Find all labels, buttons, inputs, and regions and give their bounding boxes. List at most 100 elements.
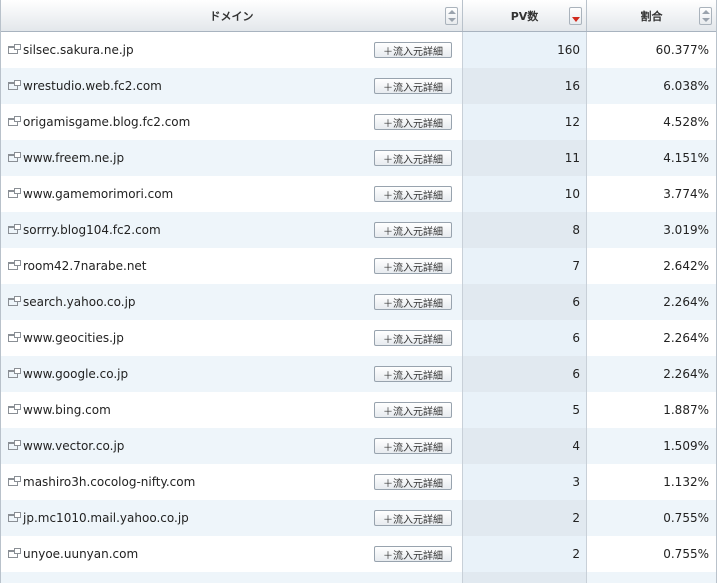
ratio-cell: [587, 572, 716, 583]
referrer-detail-button[interactable]: ＋流入元詳細: [374, 78, 452, 94]
table-row: room42.7narabe.net ＋流入元詳細 7 2.642%: [1, 248, 716, 284]
pv-count: 16: [564, 79, 580, 93]
domain-cell: jp.mc1010.mail.yahoo.co.jp ＋流入元詳細: [1, 500, 463, 536]
domain-name: mashiro3h.cocolog-nifty.com: [23, 475, 196, 489]
pv-cell: 8: [463, 212, 587, 248]
referrer-detail-button[interactable]: ＋流入元詳細: [374, 366, 452, 382]
table-body: silsec.sakura.ne.jp ＋流入元詳細 160 60.377% wrest…: [1, 32, 716, 583]
pv-count: 8: [572, 223, 580, 237]
column-header-ratio[interactable]: 割合: [587, 0, 716, 31]
table-row: origamisgame.blog.fc2.com ＋流入元詳細 12 4.528%: [1, 104, 716, 140]
ratio-value: 2.642%: [663, 259, 709, 273]
ratio-value: 1.887%: [663, 403, 709, 417]
ratio-value: 1.132%: [663, 475, 709, 489]
external-link-icon[interactable]: [8, 404, 21, 414]
referrer-detail-button[interactable]: ＋流入元詳細: [374, 474, 452, 490]
domain-cell: sorrry.blog104.fc2.com ＋流入元詳細: [1, 212, 463, 248]
domain-name: www.vector.co.jp: [23, 439, 125, 453]
external-link-icon[interactable]: [8, 116, 21, 126]
ratio-value: 0.755%: [663, 511, 709, 525]
external-link-icon[interactable]: [8, 260, 21, 270]
pv-count: 5: [572, 403, 580, 417]
pv-cell: 7: [463, 248, 587, 284]
referrer-detail-button[interactable]: ＋流入元詳細: [374, 402, 452, 418]
table-row: www.freem.ne.jp ＋流入元詳細 11 4.151%: [1, 140, 716, 176]
sort-descending-icon[interactable]: [569, 7, 582, 25]
referrer-detail-button[interactable]: ＋流入元詳細: [374, 186, 452, 202]
referrer-detail-button[interactable]: ＋流入元詳細: [374, 330, 452, 346]
pv-cell: 16: [463, 68, 587, 104]
external-link-icon[interactable]: [8, 188, 21, 198]
referrer-detail-button[interactable]: ＋流入元詳細: [374, 114, 452, 130]
ratio-cell: 4.151%: [587, 140, 716, 176]
external-link-icon[interactable]: [8, 80, 21, 90]
pv-cell: 11: [463, 140, 587, 176]
ratio-cell: 2.642%: [587, 248, 716, 284]
table-row: www.gamemorimori.com ＋流入元詳細 10 3.774%: [1, 176, 716, 212]
referrer-detail-button[interactable]: ＋流入元詳細: [374, 546, 452, 562]
domain-cell: silsec.sakura.ne.jp ＋流入元詳細: [1, 32, 463, 68]
table-row: [1, 572, 716, 583]
pv-count: 6: [572, 367, 580, 381]
external-link-icon[interactable]: [8, 476, 21, 486]
column-header-pv[interactable]: PV数: [463, 0, 587, 31]
external-link-icon[interactable]: [8, 368, 21, 378]
domain-name: search.yahoo.co.jp: [23, 295, 136, 309]
ratio-value: 2.264%: [663, 367, 709, 381]
pv-count: 160: [557, 43, 580, 57]
pv-cell: 160: [463, 32, 587, 68]
referrer-detail-button[interactable]: ＋流入元詳細: [374, 150, 452, 166]
ratio-value: 4.151%: [663, 151, 709, 165]
table-row: jp.mc1010.mail.yahoo.co.jp ＋流入元詳細 2 0.755%: [1, 500, 716, 536]
ratio-cell: 3.774%: [587, 176, 716, 212]
external-link-icon[interactable]: [8, 440, 21, 450]
domain-name: www.freem.ne.jp: [23, 151, 125, 165]
referrer-detail-button[interactable]: ＋流入元詳細: [374, 222, 452, 238]
external-link-icon[interactable]: [8, 152, 21, 162]
pv-count: 6: [572, 295, 580, 309]
domain-cell: www.gamemorimori.com ＋流入元詳細: [1, 176, 463, 212]
external-link-icon[interactable]: [8, 224, 21, 234]
column-header-ratio-label: 割合: [640, 9, 663, 23]
referrer-detail-button[interactable]: ＋流入元詳細: [374, 294, 452, 310]
referrer-detail-button[interactable]: ＋流入元詳細: [374, 42, 452, 58]
domain-cell: www.bing.com ＋流入元詳細: [1, 392, 463, 428]
external-link-icon[interactable]: [8, 44, 21, 54]
external-link-icon[interactable]: [8, 296, 21, 306]
referrer-detail-button[interactable]: ＋流入元詳細: [374, 438, 452, 454]
domain-cell: www.freem.ne.jp ＋流入元詳細: [1, 140, 463, 176]
ratio-value: 2.264%: [663, 295, 709, 309]
external-link-icon[interactable]: [8, 332, 21, 342]
domain-cell: mashiro3h.cocolog-nifty.com ＋流入元詳細: [1, 464, 463, 500]
ratio-value: 6.038%: [663, 79, 709, 93]
table-row: silsec.sakura.ne.jp ＋流入元詳細 160 60.377%: [1, 32, 716, 68]
referrer-detail-button[interactable]: ＋流入元詳細: [374, 258, 452, 274]
ratio-cell: 1.509%: [587, 428, 716, 464]
domain-name: jp.mc1010.mail.yahoo.co.jp: [23, 511, 189, 525]
domain-cell: room42.7narabe.net ＋流入元詳細: [1, 248, 463, 284]
referrer-detail-button[interactable]: ＋流入元詳細: [374, 510, 452, 526]
domain-name: www.geocities.jp: [23, 331, 124, 345]
domain-cell: unyoe.uunyan.com ＋流入元詳細: [1, 536, 463, 572]
external-link-icon[interactable]: [8, 548, 21, 558]
domain-name: www.bing.com: [23, 403, 111, 417]
ratio-cell: 1.132%: [587, 464, 716, 500]
pv-cell: 2: [463, 500, 587, 536]
pv-cell: 6: [463, 320, 587, 356]
ratio-cell: 2.264%: [587, 320, 716, 356]
domain-name: www.google.co.jp: [23, 367, 129, 381]
domain-name: silsec.sakura.ne.jp: [23, 43, 134, 57]
pv-count: 10: [564, 187, 580, 201]
domain-cell: wrestudio.web.fc2.com ＋流入元詳細: [1, 68, 463, 104]
table-row: search.yahoo.co.jp ＋流入元詳細 6 2.264%: [1, 284, 716, 320]
domain-cell: [1, 572, 463, 583]
ratio-value: 3.774%: [663, 187, 709, 201]
table-row: www.google.co.jp ＋流入元詳細 6 2.264%: [1, 356, 716, 392]
external-link-icon[interactable]: [8, 512, 21, 522]
ratio-value: 1.509%: [663, 439, 709, 453]
sort-icon[interactable]: [699, 7, 712, 25]
pv-count: 6: [572, 331, 580, 345]
column-header-domain[interactable]: ドメイン: [1, 0, 463, 31]
column-header-domain-label: ドメイン: [209, 9, 254, 23]
sort-icon[interactable]: [445, 7, 458, 25]
